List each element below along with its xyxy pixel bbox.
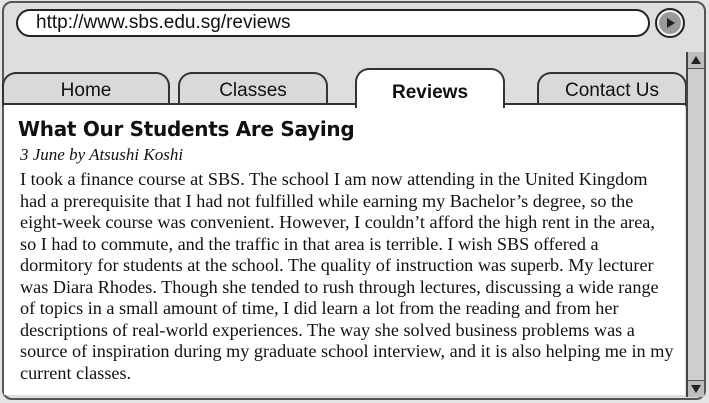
tab-label: Home (60, 80, 112, 101)
tab-reviews[interactable]: Reviews (355, 68, 505, 108)
tab-home[interactable]: Home (2, 72, 170, 106)
review-text: I took a finance course at SBS. The scho… (20, 169, 674, 383)
tab-label: Reviews (391, 82, 469, 103)
review-byline: 3 June by Atsushi Koshi (20, 145, 184, 164)
go-button[interactable] (655, 8, 685, 38)
tab-contact-us[interactable]: Contact Us (537, 72, 687, 106)
scroll-down-button[interactable] (688, 380, 704, 397)
tab-classes[interactable]: Classes (178, 72, 328, 106)
tab-label: Classes (219, 80, 287, 101)
tab-label: Contact Us (565, 80, 659, 101)
triangle-up-icon (691, 56, 701, 64)
page-content: What Our Students Are Saying 3 June by A… (4, 103, 685, 395)
triangle-down-icon (691, 385, 701, 393)
address-bar[interactable]: http://www.sbs.edu.sg/reviews (16, 9, 650, 37)
play-triangle-icon (667, 18, 675, 28)
scroll-up-button[interactable] (688, 52, 704, 69)
page-title: What Our Students Are Saying (18, 117, 355, 141)
go-button-face (659, 12, 681, 34)
url-text: http://www.sbs.edu.sg/reviews (36, 12, 291, 33)
vertical-scrollbar[interactable] (686, 52, 704, 397)
